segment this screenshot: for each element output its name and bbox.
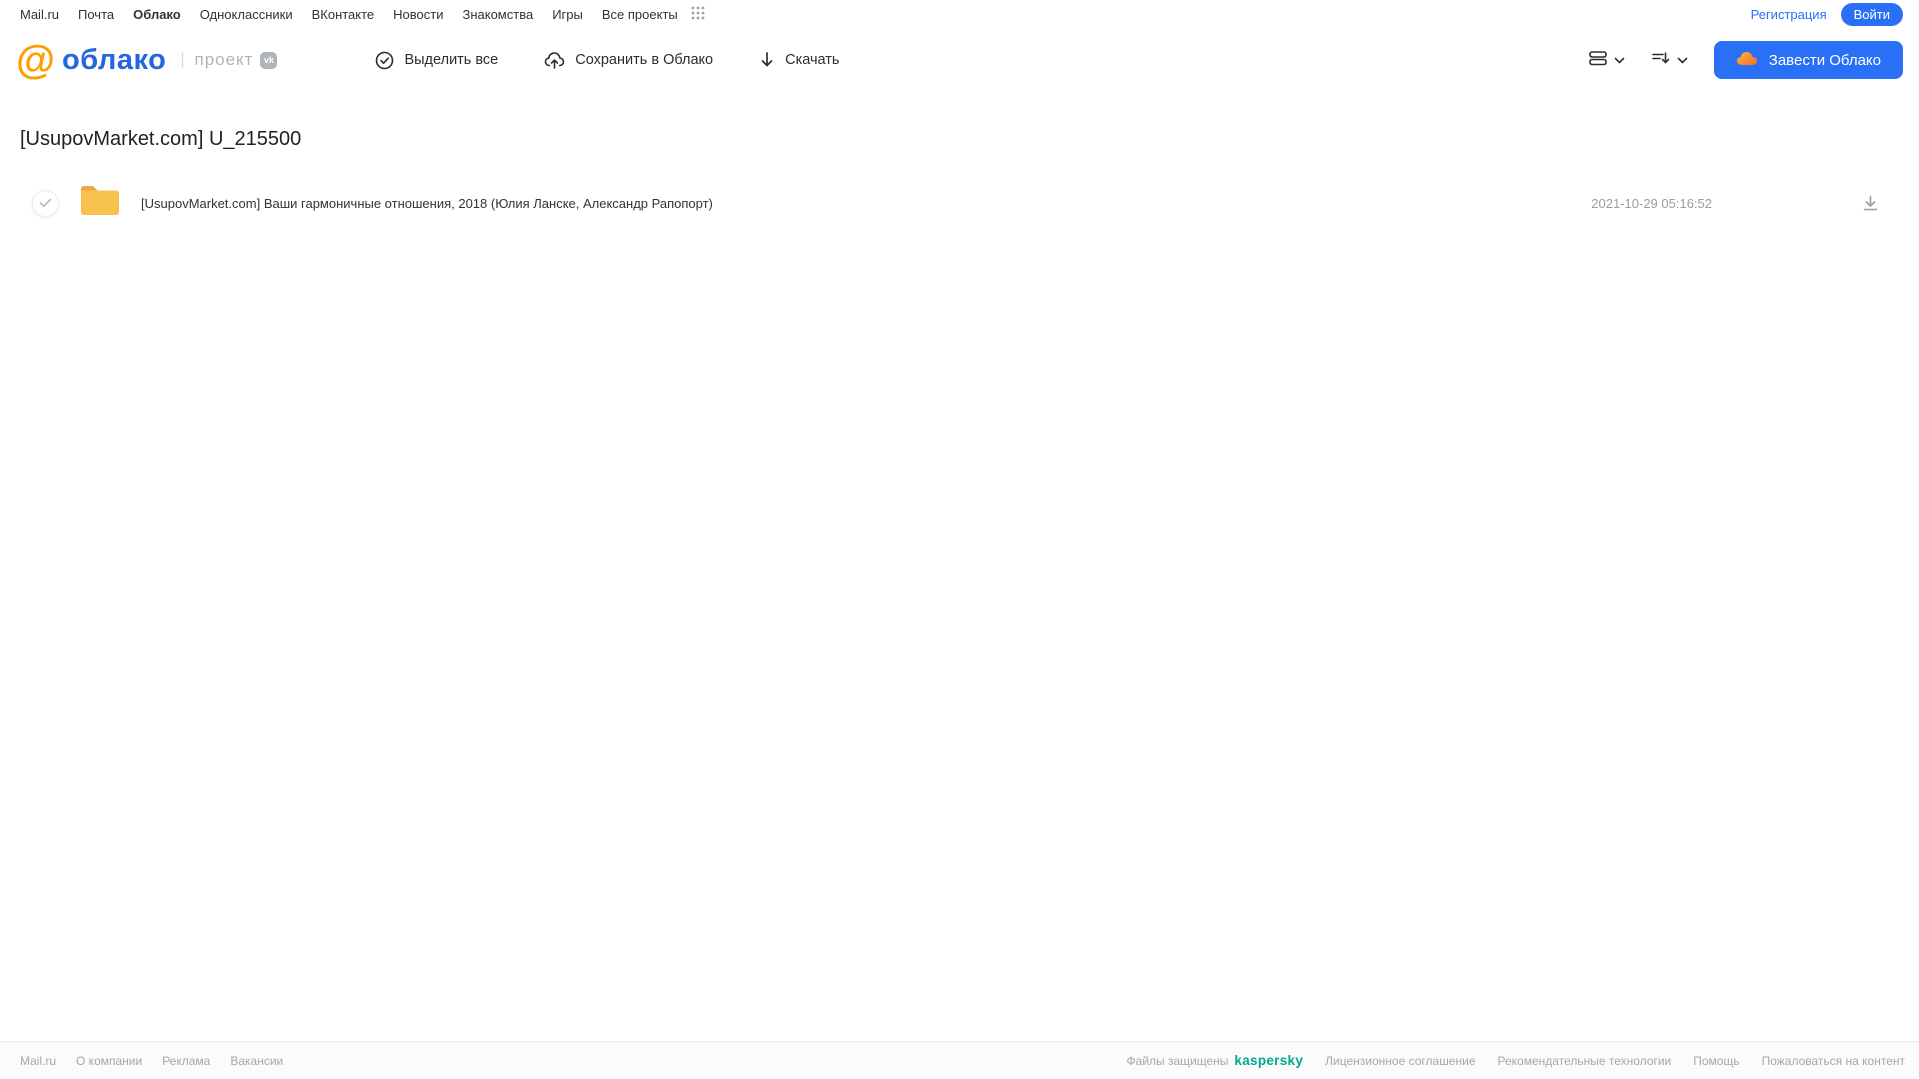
file-toolbar: Выделить все Сохранить в Облако Скачать (375, 51, 839, 70)
row-download-icon[interactable] (1862, 195, 1879, 212)
portal-nav: Mail.ru Почта Облако Одноклассники ВКонт… (0, 0, 1919, 28)
select-all-label: Выделить все (404, 52, 499, 68)
nav-pochta[interactable]: Почта (78, 7, 114, 22)
protected-label: Файлы защищены (1126, 1053, 1229, 1068)
logo-text: облако (62, 43, 167, 76)
view-mode-dropdown[interactable] (1588, 49, 1625, 72)
select-all-button[interactable]: Выделить все (375, 51, 498, 70)
cloud-header: @ облако | проект vk Выделить все Сохран… (0, 28, 1919, 92)
download-label: Скачать (785, 52, 840, 68)
footer-help-link[interactable]: Помощь (1693, 1054, 1739, 1068)
nav-oblako[interactable]: Облако (133, 7, 181, 22)
nav-novosti[interactable]: Новости (393, 7, 443, 22)
check-circle-icon (375, 51, 394, 70)
download-arrow-icon (759, 51, 775, 69)
cloud-logo[interactable]: @ облако | проект vk (16, 38, 278, 82)
footer-left-links: Mail.ru О компании Реклама Вакансии (20, 1054, 283, 1068)
row-select-checkbox[interactable] (32, 189, 59, 217)
sort-icon (1651, 49, 1671, 72)
nav-znakomstva[interactable]: Знакомства (462, 7, 533, 22)
page-title: [UsupovMarket.com] U_215500 (20, 128, 302, 150)
cloud-icon (1736, 51, 1758, 70)
get-cloud-button[interactable]: Завести Облако (1713, 41, 1903, 79)
get-cloud-label: Завести Облако (1768, 51, 1881, 69)
nav-all-projects[interactable]: Все проекты (602, 7, 678, 22)
footer-ads-link[interactable]: Реклама (162, 1054, 210, 1068)
save-to-cloud-label: Сохранить в Облако (575, 52, 714, 68)
footer-recommendation-link[interactable]: Рекомендательные технологии (1498, 1054, 1672, 1068)
file-date: 2021-10-29 05:16:52 (1591, 195, 1712, 211)
chevron-down-icon (1614, 51, 1625, 69)
file-name[interactable]: [UsupovMarket.com] Ваши гармоничные отно… (141, 196, 1591, 211)
footer-mailru-link[interactable]: Mail.ru (20, 1054, 56, 1068)
sort-dropdown[interactable] (1651, 49, 1688, 72)
nav-mailru[interactable]: Mail.ru (20, 7, 59, 22)
list-view-icon (1588, 49, 1608, 72)
footer-about-link[interactable]: О компании (76, 1054, 142, 1068)
project-label: проект (194, 50, 254, 69)
file-row[interactable]: [UsupovMarket.com] Ваши гармоничные отно… (20, 179, 1899, 227)
logo-separator: | (180, 51, 185, 68)
login-button[interactable]: Войти (1840, 2, 1903, 26)
main-content: [UsupovMarket.com] U_215500 [UsupovMarke… (0, 128, 1919, 227)
mailru-at-icon: @ (16, 38, 55, 82)
nav-vkontakte[interactable]: ВКонтакте (312, 7, 375, 22)
folder-icon (79, 184, 121, 222)
footer-license-link[interactable]: Лицензионное соглашение (1325, 1054, 1475, 1068)
nav-odnoklassniki[interactable]: Одноклассники (200, 7, 293, 22)
chevron-down-icon (1677, 51, 1688, 69)
footer-right-links: Файлы защищены kaspersky Лицензионное со… (1127, 1053, 1905, 1068)
kaspersky-protection[interactable]: Файлы защищены kaspersky (1127, 1053, 1304, 1068)
registration-link[interactable]: Регистрация (1751, 7, 1827, 22)
header-right-controls: Завести Облако (1588, 41, 1903, 79)
cloud-upload-icon (544, 51, 565, 70)
footer-report-link[interactable]: Пожаловаться на контент (1762, 1054, 1905, 1068)
download-button[interactable]: Скачать (759, 51, 839, 69)
footer-jobs-link[interactable]: Вакансии (230, 1054, 283, 1068)
apps-grid-icon[interactable] (691, 6, 705, 23)
kaspersky-logo: kaspersky (1234, 1053, 1304, 1068)
save-to-cloud-button[interactable]: Сохранить в Облако (544, 51, 713, 70)
footer: Mail.ru О компании Реклама Вакансии Файл… (0, 1041, 1919, 1079)
nav-igry[interactable]: Игры (552, 7, 583, 22)
vk-badge-icon: vk (260, 51, 278, 69)
